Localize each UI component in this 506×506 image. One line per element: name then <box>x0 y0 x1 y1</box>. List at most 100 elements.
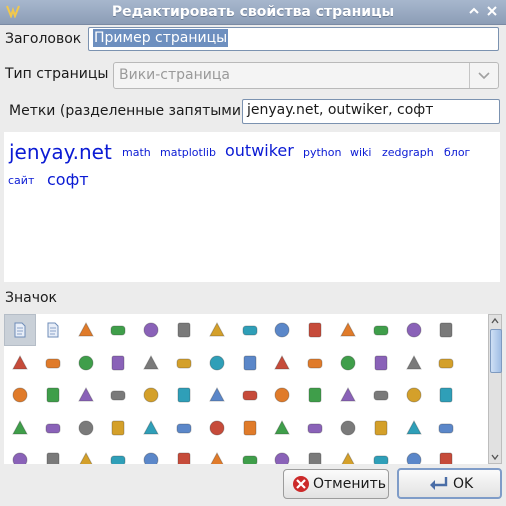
icon-cell[interactable] <box>332 412 364 444</box>
icon-cell[interactable] <box>365 412 397 444</box>
icon-cell[interactable] <box>168 379 200 411</box>
icon-cell[interactable] <box>398 379 430 411</box>
keep-above-icon[interactable] <box>466 4 482 20</box>
icon-cell[interactable] <box>299 347 331 379</box>
icon-cell[interactable] <box>37 412 69 444</box>
icon-cell[interactable] <box>70 379 102 411</box>
icon-cell[interactable] <box>365 347 397 379</box>
icon-cell[interactable] <box>201 412 233 444</box>
chevron-down-icon[interactable] <box>469 63 498 88</box>
tags-input[interactable]: jenyay.net, outwiker, софт <box>242 99 500 124</box>
icon-cell[interactable] <box>4 314 36 346</box>
icon-cell[interactable] <box>70 412 102 444</box>
page-type-combo[interactable]: Вики-страница <box>113 62 499 89</box>
icon-cell[interactable] <box>299 412 331 444</box>
icon-cell[interactable] <box>70 444 102 464</box>
tag-link[interactable]: math <box>122 146 151 159</box>
tag-link[interactable]: блог <box>444 146 470 159</box>
icon-cell[interactable] <box>102 379 134 411</box>
icon-scrollbar[interactable] <box>488 314 502 464</box>
icon-cell[interactable] <box>332 379 364 411</box>
icon-cell[interactable] <box>102 314 134 346</box>
cart-icon <box>243 420 257 436</box>
icon-cell[interactable] <box>398 347 430 379</box>
tag-link[interactable]: python <box>303 146 341 159</box>
tag-link[interactable]: matplotlib <box>160 146 216 159</box>
icon-cell[interactable] <box>332 444 364 464</box>
icon-cell[interactable] <box>430 347 462 379</box>
icon-cell[interactable] <box>168 412 200 444</box>
icon-cell[interactable] <box>398 314 430 346</box>
award-star-icon <box>340 321 356 337</box>
icon-cell[interactable] <box>135 412 167 444</box>
tag-link[interactable]: outwiker <box>225 141 294 160</box>
title-input[interactable]: Пример страницы <box>88 27 499 51</box>
battery-full-icon <box>307 358 323 369</box>
icon-cell[interactable] <box>430 379 462 411</box>
cancel-button[interactable]: Отменить <box>283 469 389 499</box>
icon-cell[interactable] <box>234 444 266 464</box>
icon-cell[interactable] <box>4 379 36 411</box>
tag-link[interactable]: wiki <box>350 146 371 159</box>
icon-cell[interactable] <box>266 347 298 379</box>
icon-cell[interactable] <box>102 347 134 379</box>
icon-cell[interactable] <box>201 314 233 346</box>
book-open-icon <box>143 322 159 338</box>
bell-icon <box>438 358 454 369</box>
icon-cell[interactable] <box>102 444 134 464</box>
color-wheel-icon <box>177 452 191 464</box>
icon-cell[interactable] <box>102 412 134 444</box>
tag-link[interactable]: zedgraph <box>382 146 434 159</box>
icon-cell[interactable] <box>299 314 331 346</box>
icon-cell[interactable] <box>266 412 298 444</box>
icon-cell[interactable] <box>201 379 233 411</box>
icon-cell[interactable] <box>299 379 331 411</box>
icon-cell[interactable] <box>4 347 36 379</box>
icon-cell[interactable] <box>398 444 430 464</box>
icon-cell[interactable] <box>37 347 69 379</box>
scroll-up-icon[interactable] <box>490 316 500 326</box>
scroll-thumb[interactable] <box>490 329 502 373</box>
icon-cell[interactable] <box>365 444 397 464</box>
icon-cell[interactable] <box>201 444 233 464</box>
icon-cell[interactable] <box>234 412 266 444</box>
icon-cell[interactable] <box>37 314 69 346</box>
icon-cell[interactable] <box>365 379 397 411</box>
icon-cell[interactable] <box>266 444 298 464</box>
icon-cell[interactable] <box>135 444 167 464</box>
icon-cell[interactable] <box>398 412 430 444</box>
icon-cell[interactable] <box>430 412 462 444</box>
icon-cell[interactable] <box>37 444 69 464</box>
tag-link[interactable]: софт <box>47 170 89 189</box>
icon-cell[interactable] <box>266 314 298 346</box>
computer-icon <box>242 455 258 464</box>
icon-cell[interactable] <box>135 314 167 346</box>
icon-cell[interactable] <box>365 314 397 346</box>
icon-cell[interactable] <box>234 379 266 411</box>
icon-cell[interactable] <box>168 444 200 464</box>
icon-cell[interactable] <box>299 444 331 464</box>
icon-cell[interactable] <box>332 347 364 379</box>
tag-link[interactable]: сайт <box>8 174 34 187</box>
scroll-down-icon[interactable] <box>490 452 500 462</box>
icon-cell[interactable] <box>266 379 298 411</box>
icon-cell[interactable] <box>70 314 102 346</box>
icon-cell[interactable] <box>70 347 102 379</box>
tag-link[interactable]: jenyay.net <box>9 140 112 164</box>
icon-cell[interactable] <box>332 314 364 346</box>
icon-cell[interactable] <box>234 314 266 346</box>
icon-cell[interactable] <box>135 347 167 379</box>
icon-cell[interactable] <box>430 444 462 464</box>
icon-cell[interactable] <box>234 347 266 379</box>
icon-cell[interactable] <box>135 379 167 411</box>
icon-cell[interactable] <box>201 347 233 379</box>
tags-label: Метки (разделенные запятыми) <box>9 103 247 119</box>
icon-cell[interactable] <box>168 314 200 346</box>
icon-cell[interactable] <box>430 314 462 346</box>
ok-button[interactable]: OK <box>397 468 502 499</box>
close-icon[interactable] <box>484 4 500 20</box>
icon-cell[interactable] <box>37 379 69 411</box>
icon-cell[interactable] <box>4 412 36 444</box>
icon-cell[interactable] <box>168 347 200 379</box>
icon-cell[interactable] <box>4 444 36 464</box>
